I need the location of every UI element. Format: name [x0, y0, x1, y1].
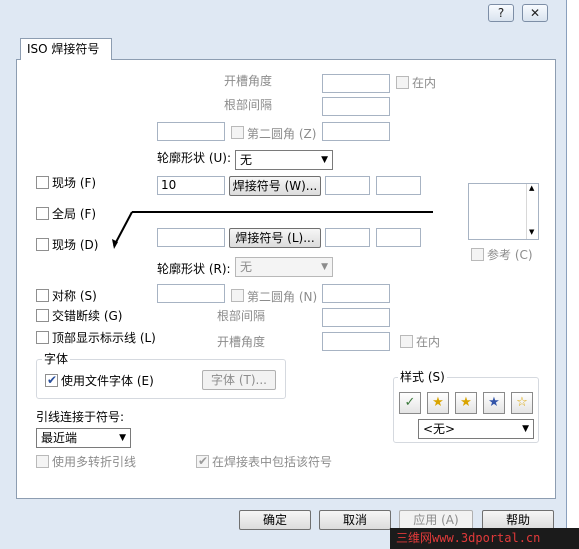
leader-attach-select[interactable]: 最近端 ▼: [36, 428, 131, 448]
cancel-button[interactable]: 取消: [319, 510, 391, 530]
scroll-up-icon[interactable]: ▲: [529, 184, 534, 192]
field-site2-checkbox[interactable]: [36, 238, 49, 251]
field-site2-label: 现场 (D): [52, 238, 99, 252]
weld-symbol-dialog: ? ✕ ISO 焊接符号 开槽角度 在内 根部间隔 第二圆角 (Z) 轮廓形状 …: [0, 0, 567, 549]
inside-checkbox[interactable]: [396, 76, 409, 89]
second-fillet-field[interactable]: [322, 122, 390, 141]
check-icon: ✔: [47, 373, 58, 387]
font-group-title: 字体: [42, 352, 71, 366]
save-style-icon: ★: [488, 395, 500, 410]
groove-angle-field[interactable]: [322, 74, 390, 93]
save-style-button[interactable]: ★: [483, 392, 505, 414]
reference-checkbox[interactable]: [471, 248, 484, 261]
update-style-button[interactable]: ✓: [399, 392, 421, 414]
add-style-button[interactable]: ★: [427, 392, 449, 414]
update-style-icon: ✓: [404, 395, 416, 410]
second-fillet-checkbox[interactable]: [231, 126, 244, 139]
all-around-label: 全局 (F): [52, 207, 97, 221]
field-site-label: 现场 (F): [52, 176, 97, 190]
style-select-value: <无>: [423, 422, 456, 436]
chevron-down-icon: ▼: [321, 155, 328, 165]
watermark: 三维网www.3dportal.cn: [390, 528, 579, 549]
groove-angle-label: 开槽角度: [224, 74, 273, 88]
use-doc-font-checkbox[interactable]: ✔: [45, 373, 58, 387]
root-gap2-label: 根部间隔: [217, 309, 266, 323]
help-button[interactable]: 帮助: [482, 510, 554, 530]
staggered-label: 交错断续 (G): [52, 309, 123, 323]
load-style-icon: ☆: [516, 395, 528, 410]
leader-attach-label: 引线连接于符号:: [36, 410, 125, 424]
symmetric-checkbox[interactable]: [36, 289, 49, 302]
ok-button[interactable]: 确定: [239, 510, 311, 530]
tab-iso-weld-symbol[interactable]: ISO 焊接符号: [20, 38, 112, 60]
upper-field-a[interactable]: [325, 176, 370, 195]
contour-select[interactable]: 无 ▼: [235, 150, 333, 170]
show-id-line-checkbox[interactable]: [36, 331, 49, 344]
chevron-down-icon: ▼: [321, 262, 328, 272]
upper-size-field[interactable]: 10: [157, 176, 225, 195]
font-button[interactable]: 字体 (T)...: [202, 370, 276, 390]
contour-label: 轮廓形状 (U):: [157, 151, 232, 165]
style-select[interactable]: <无> ▼: [418, 419, 534, 439]
scrollbar[interactable]: ▲ ▼: [526, 184, 538, 239]
lower-field-b[interactable]: [376, 228, 421, 247]
second-fillet2-checkbox[interactable]: [231, 289, 244, 302]
apply-button[interactable]: 应用 (A): [399, 510, 473, 530]
help-title-button[interactable]: ?: [488, 4, 514, 22]
all-around-checkbox[interactable]: [36, 207, 49, 220]
chevron-down-icon: ▼: [119, 433, 126, 443]
field-site-checkbox[interactable]: [36, 176, 49, 189]
add-style-icon: ★: [432, 395, 444, 410]
upper-field-b[interactable]: [376, 176, 421, 195]
groove-angle2-label: 开槽角度: [217, 335, 266, 349]
symmetric-label: 对称 (S): [52, 289, 97, 303]
include-in-table-checkbox[interactable]: ✔: [196, 454, 209, 468]
show-id-line-label: 顶部显示标示线 (L): [52, 331, 156, 345]
close-title-button[interactable]: ✕: [522, 4, 548, 22]
multi-jog-label: 使用多转折引线: [52, 455, 137, 469]
symbol-preview-list[interactable]: ▲ ▼: [468, 183, 539, 240]
load-style-button[interactable]: ☆: [511, 392, 533, 414]
groove-angle2-field[interactable]: [322, 332, 390, 351]
scroll-down-icon[interactable]: ▼: [529, 228, 534, 236]
leader-attach-value: 最近端: [41, 431, 78, 445]
root-gap-field[interactable]: [322, 97, 390, 116]
reference-label: 参考 (C): [487, 248, 533, 262]
include-in-table-label: 在焊接表中包括该符号: [212, 455, 333, 469]
root-gap-label: 根部间隔: [224, 98, 273, 112]
staggered-checkbox[interactable]: [36, 309, 49, 322]
style-group-title: 样式 (S): [398, 370, 447, 384]
upper-left-field[interactable]: [157, 122, 225, 141]
lower-field-a[interactable]: [325, 228, 370, 247]
second-fillet2-field[interactable]: [322, 284, 390, 303]
contour2-select-value: 无: [240, 260, 253, 274]
upper-weld-symbol-button[interactable]: 焊接符号 (W)...: [229, 176, 321, 196]
contour2-label: 轮廓形状 (R):: [157, 262, 231, 276]
use-doc-font-label: 使用文件字体 (E): [61, 374, 154, 388]
inside2-checkbox[interactable]: [400, 335, 413, 348]
delete-style-icon: ★: [460, 395, 472, 410]
contour-select-value: 无: [240, 153, 253, 167]
inside-label: 在内: [412, 76, 437, 90]
chevron-down-icon: ▼: [522, 424, 529, 434]
desktop-background: [567, 0, 579, 549]
contour2-select[interactable]: 无 ▼: [235, 257, 333, 277]
root-gap2-field[interactable]: [322, 308, 390, 327]
inside2-label: 在内: [416, 335, 441, 349]
second-fillet2-label: 第二圆角 (N): [247, 290, 318, 304]
lower-weld-symbol-button[interactable]: 焊接符号 (L)...: [229, 228, 321, 248]
second-fillet-label: 第二圆角 (Z): [247, 127, 317, 141]
check-icon: ✔: [198, 454, 209, 468]
lower-size-field[interactable]: [157, 228, 225, 247]
multi-jog-checkbox[interactable]: [36, 455, 49, 468]
delete-style-button[interactable]: ★: [455, 392, 477, 414]
symmetric-field[interactable]: [157, 284, 225, 303]
